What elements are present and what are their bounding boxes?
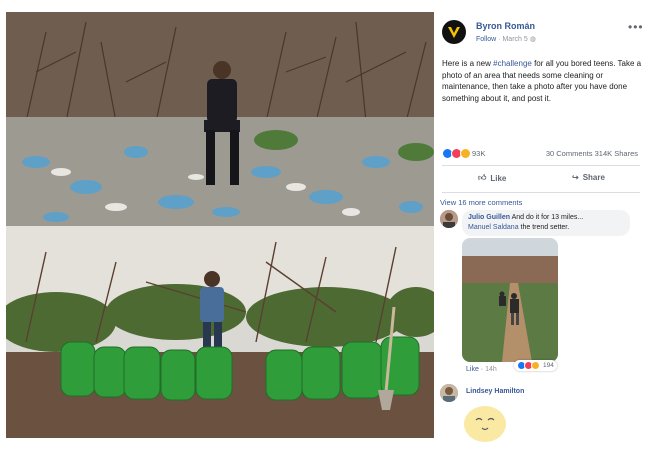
author-logo-icon	[448, 27, 460, 38]
comment-text-suffix: the trend setter.	[518, 224, 570, 231]
comment-text: And do it for 13 miles...	[511, 214, 584, 221]
smiling-face-icon	[475, 417, 495, 431]
comment-time[interactable]: 14h	[485, 366, 497, 373]
tagged-user-link[interactable]: Manuel Saldana	[468, 224, 519, 231]
commenter-avatar[interactable]	[440, 210, 458, 228]
thumbs-up-icon: 👍︎	[478, 173, 487, 182]
comments-shares: 30 Comments 314K Shares	[546, 149, 638, 158]
commenter-avatar[interactable]	[440, 384, 458, 402]
share-button-label: Share	[582, 173, 605, 182]
post-meta: Follow · March 5 ◍	[476, 35, 536, 43]
wow-reaction-icon	[460, 148, 471, 159]
follow-link[interactable]: Follow	[476, 36, 496, 43]
comment-meta: Like · 14h	[466, 366, 497, 373]
comment-reactions[interactable]: 194	[514, 360, 557, 371]
like-button-label: Like	[490, 173, 507, 183]
view-more-comments-link[interactable]: View 16 more comments	[440, 198, 522, 207]
comment-item: Lindsey Hamilton	[440, 384, 644, 444]
post-stats: 93K 30 Comments 314K Shares	[442, 148, 640, 160]
sticker-image	[464, 406, 506, 442]
comment-item: Julio Guillen And do it for 13 miles... …	[440, 210, 644, 380]
comments-count[interactable]: 30 Comments	[546, 149, 593, 158]
share-button[interactable]: ↪ Share	[572, 173, 605, 182]
post-date[interactable]: March 5	[502, 36, 527, 43]
before-after-photo	[6, 12, 434, 438]
wow-reaction-icon	[531, 361, 540, 370]
post-photo[interactable]	[6, 12, 434, 438]
author-name[interactable]: Byron Román	[476, 21, 535, 31]
comment-like-link[interactable]: Like	[466, 366, 479, 373]
avatar-image	[440, 210, 458, 228]
share-icon: ↪	[572, 173, 579, 182]
shares-count[interactable]: 314K Shares	[595, 149, 638, 158]
like-button[interactable]: 👍︎ Like	[478, 173, 506, 183]
comment-reaction-count: 194	[543, 362, 554, 369]
divider	[442, 165, 640, 166]
comment-photo[interactable]	[462, 238, 558, 362]
post-actions: 👍︎ Like ↪ Share	[442, 170, 640, 188]
trail-photo	[462, 238, 558, 362]
divider	[442, 192, 640, 193]
more-options-icon[interactable]: •••	[628, 20, 644, 34]
reaction-icons[interactable]	[442, 148, 471, 159]
commenter-name[interactable]: Julio Guillen	[468, 214, 510, 221]
caption-text-start: Here is a new	[442, 59, 494, 68]
hashtag-link[interactable]: #challenge	[493, 59, 532, 68]
commenter-name[interactable]: Lindsey Hamilton	[466, 388, 524, 395]
author-avatar[interactable]	[442, 20, 466, 44]
post-header: Byron Román Follow · March 5 ◍ •••	[442, 20, 644, 50]
post-sidebar: Byron Román Follow · March 5 ◍ ••• Here …	[436, 12, 646, 446]
avatar-image	[440, 384, 458, 402]
comment-bubble: Julio Guillen And do it for 13 miles... …	[462, 210, 630, 236]
post-caption: Here is a new #challenge for all you bor…	[442, 58, 642, 104]
reaction-count[interactable]: 93K	[472, 149, 485, 158]
globe-icon: ◍	[529, 36, 536, 43]
